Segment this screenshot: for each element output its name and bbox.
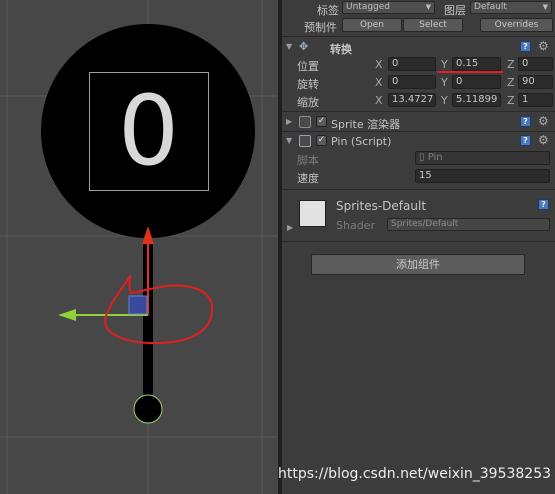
- axis-x-label: X: [375, 58, 383, 71]
- pin-head[interactable]: [133, 394, 163, 424]
- sprite-renderer-enabled-checkbox[interactable]: ✓: [316, 116, 327, 127]
- prefab-overrides-button[interactable]: Overrides: [480, 18, 553, 32]
- axis-z-label: Z: [507, 76, 515, 89]
- rotation-z-field[interactable]: 90: [518, 75, 553, 89]
- rotation-x-field[interactable]: 0: [388, 75, 436, 89]
- separator: [282, 241, 555, 242]
- chevron-down-icon: ▼: [542, 3, 548, 11]
- help-book-icon[interactable]: ?: [520, 135, 531, 146]
- axis-x-label: X: [375, 94, 383, 107]
- shader-dropdown[interactable]: Sprites/Default: [387, 218, 550, 231]
- fold-arrow-icon[interactable]: ▶: [286, 117, 292, 126]
- transform-icon: ✥: [299, 40, 309, 53]
- separator: [282, 111, 555, 112]
- scale-x-field[interactable]: 13.4727: [388, 93, 436, 107]
- sprite-renderer-icon: [299, 116, 311, 128]
- gizmo-x-arrow-icon[interactable]: [58, 309, 76, 321]
- rotation-label: 旋转: [297, 78, 319, 91]
- watermark-text: https://blog.csdn.net/weixin_39538253: [278, 466, 552, 482]
- position-z-field[interactable]: 0: [518, 57, 553, 71]
- script-file-icon: [299, 135, 311, 147]
- scale-z-field[interactable]: 1: [518, 93, 553, 107]
- position-y-field[interactable]: 0.15: [452, 57, 501, 71]
- tag-dropdown[interactable]: Untagged ▼: [342, 1, 435, 14]
- axis-y-label: Y: [441, 76, 448, 89]
- inspector-panel: 标签 Untagged ▼ 图层 Default ▼ 预制件 Open Sele…: [282, 0, 555, 494]
- script-field: ▯ Pin: [415, 151, 550, 165]
- pin-script-title: Pin (Script): [331, 135, 392, 148]
- pin-script-header[interactable]: ▼ ✓ Pin (Script) ? ⚙: [282, 132, 555, 150]
- tag-label: 标签: [317, 4, 339, 17]
- counter-text: 0: [117, 75, 180, 187]
- axis-y-label: Y: [441, 58, 448, 71]
- separator: [282, 189, 555, 190]
- help-book-icon[interactable]: ?: [520, 116, 531, 127]
- speed-label: 速度: [297, 172, 319, 185]
- layer-value: Default: [474, 2, 507, 12]
- gizmo-plane-handle[interactable]: [128, 295, 148, 315]
- separator: [282, 36, 555, 37]
- transform-header[interactable]: ▼ ✥ 转换 ? ⚙: [282, 38, 555, 56]
- material-preview-thumbnail: [299, 200, 326, 227]
- red-annotation-circle: [104, 275, 214, 345]
- help-book-icon[interactable]: ?: [538, 199, 549, 210]
- position-x-field[interactable]: 0: [388, 57, 436, 71]
- position-label: 位置: [297, 60, 319, 73]
- sprite-renderer-header[interactable]: ▶ ✓ Sprite 渲染器 ? ⚙: [282, 113, 555, 131]
- shader-label: Shader: [336, 219, 375, 232]
- prefab-open-button[interactable]: Open: [342, 18, 402, 32]
- pin-script-enabled-checkbox[interactable]: ✓: [316, 135, 327, 146]
- layer-dropdown[interactable]: Default ▼: [470, 1, 552, 14]
- script-value: Pin: [427, 152, 443, 163]
- gear-icon[interactable]: ⚙: [538, 115, 549, 127]
- script-file-icon: ▯: [419, 152, 428, 163]
- axis-x-label: X: [375, 76, 383, 89]
- chevron-down-icon: ▼: [425, 3, 431, 11]
- axis-z-label: Z: [507, 58, 515, 71]
- fold-arrow-icon[interactable]: ▼: [286, 136, 292, 145]
- position-y-underline-annotation: [437, 71, 503, 73]
- axis-y-label: Y: [441, 94, 448, 107]
- scale-y-field[interactable]: 5.11899: [452, 93, 501, 107]
- layer-label: 图层: [444, 4, 466, 17]
- prefab-select-button[interactable]: Select: [403, 18, 463, 32]
- tag-value: Untagged: [346, 2, 391, 12]
- rotation-y-field[interactable]: 0: [452, 75, 501, 89]
- help-book-icon[interactable]: ?: [520, 41, 531, 52]
- script-label: 脚本: [297, 154, 319, 167]
- material-name: Sprites-Default: [336, 199, 427, 213]
- sprite-renderer-title: Sprite 渲染器: [331, 118, 401, 131]
- transform-title: 转换: [330, 43, 352, 56]
- speed-field[interactable]: 15: [415, 169, 550, 183]
- fold-arrow-icon[interactable]: ▼: [286, 42, 292, 51]
- scene-view[interactable]: 0: [0, 0, 278, 494]
- add-component-button[interactable]: 添加组件: [311, 254, 525, 275]
- gear-icon[interactable]: ⚙: [538, 134, 549, 146]
- axis-z-label: Z: [507, 94, 515, 107]
- shader-value: Sprites/Default: [391, 219, 459, 229]
- scale-label: 缩放: [297, 96, 319, 109]
- fold-arrow-icon[interactable]: ▶: [287, 223, 293, 232]
- gear-icon[interactable]: ⚙: [538, 40, 549, 52]
- prefab-label: 预制件: [304, 21, 337, 34]
